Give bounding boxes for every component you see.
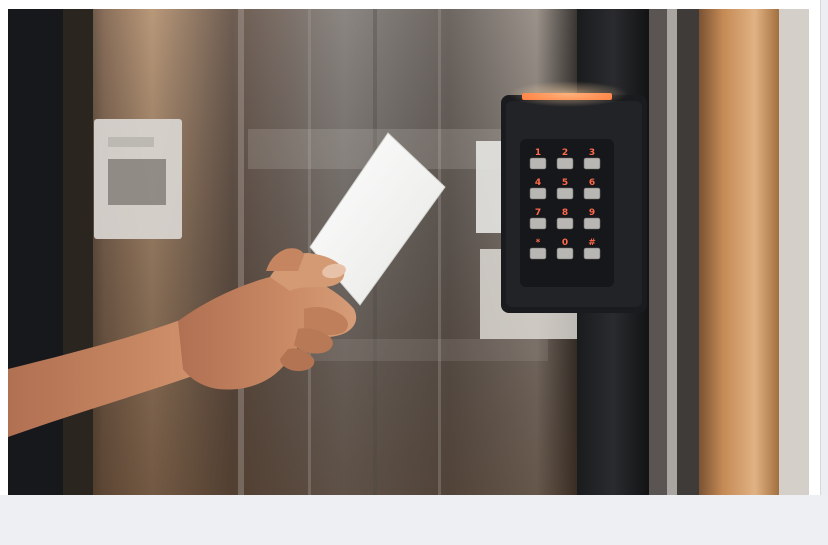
key-label: 8 — [562, 208, 568, 218]
key-label: 9 — [589, 208, 595, 218]
wood-panel — [699, 9, 779, 495]
keypad-key-4 — [529, 187, 547, 200]
keypad-key-0 — [556, 247, 574, 260]
card-reader — [501, 81, 647, 313]
key-label: 2 — [562, 148, 568, 158]
footer-strip — [0, 495, 828, 545]
keypad-key-6 — [583, 187, 601, 200]
keypad-key-hash — [583, 247, 601, 260]
key-label: 1 — [535, 148, 541, 158]
keypad-key-5 — [556, 187, 574, 200]
key-label: 4 — [535, 178, 541, 188]
keypad-key-7 — [529, 217, 547, 230]
keypad-key-star — [529, 247, 547, 260]
key-label: # — [588, 238, 596, 248]
keypad-key-1 — [529, 157, 547, 170]
photo: 1 2 3 4 5 6 7 8 9 * 0 # — [8, 9, 809, 495]
key-label: 5 — [562, 178, 568, 188]
image-frame: 1 2 3 4 5 6 7 8 9 * 0 # — [0, 0, 821, 545]
keypad-key-8 — [556, 217, 574, 230]
key-label: 0 — [562, 238, 568, 248]
keypad-key-3 — [583, 157, 601, 170]
keypad-key-9 — [583, 217, 601, 230]
key-label: 6 — [589, 178, 595, 188]
key-label: 3 — [589, 148, 595, 158]
access-control-scene: 1 2 3 4 5 6 7 8 9 * 0 # — [8, 9, 809, 495]
wall-panel-blurred — [94, 119, 182, 239]
keypad-key-2 — [556, 157, 574, 170]
key-label: 7 — [535, 208, 541, 218]
key-label: * — [536, 238, 541, 248]
